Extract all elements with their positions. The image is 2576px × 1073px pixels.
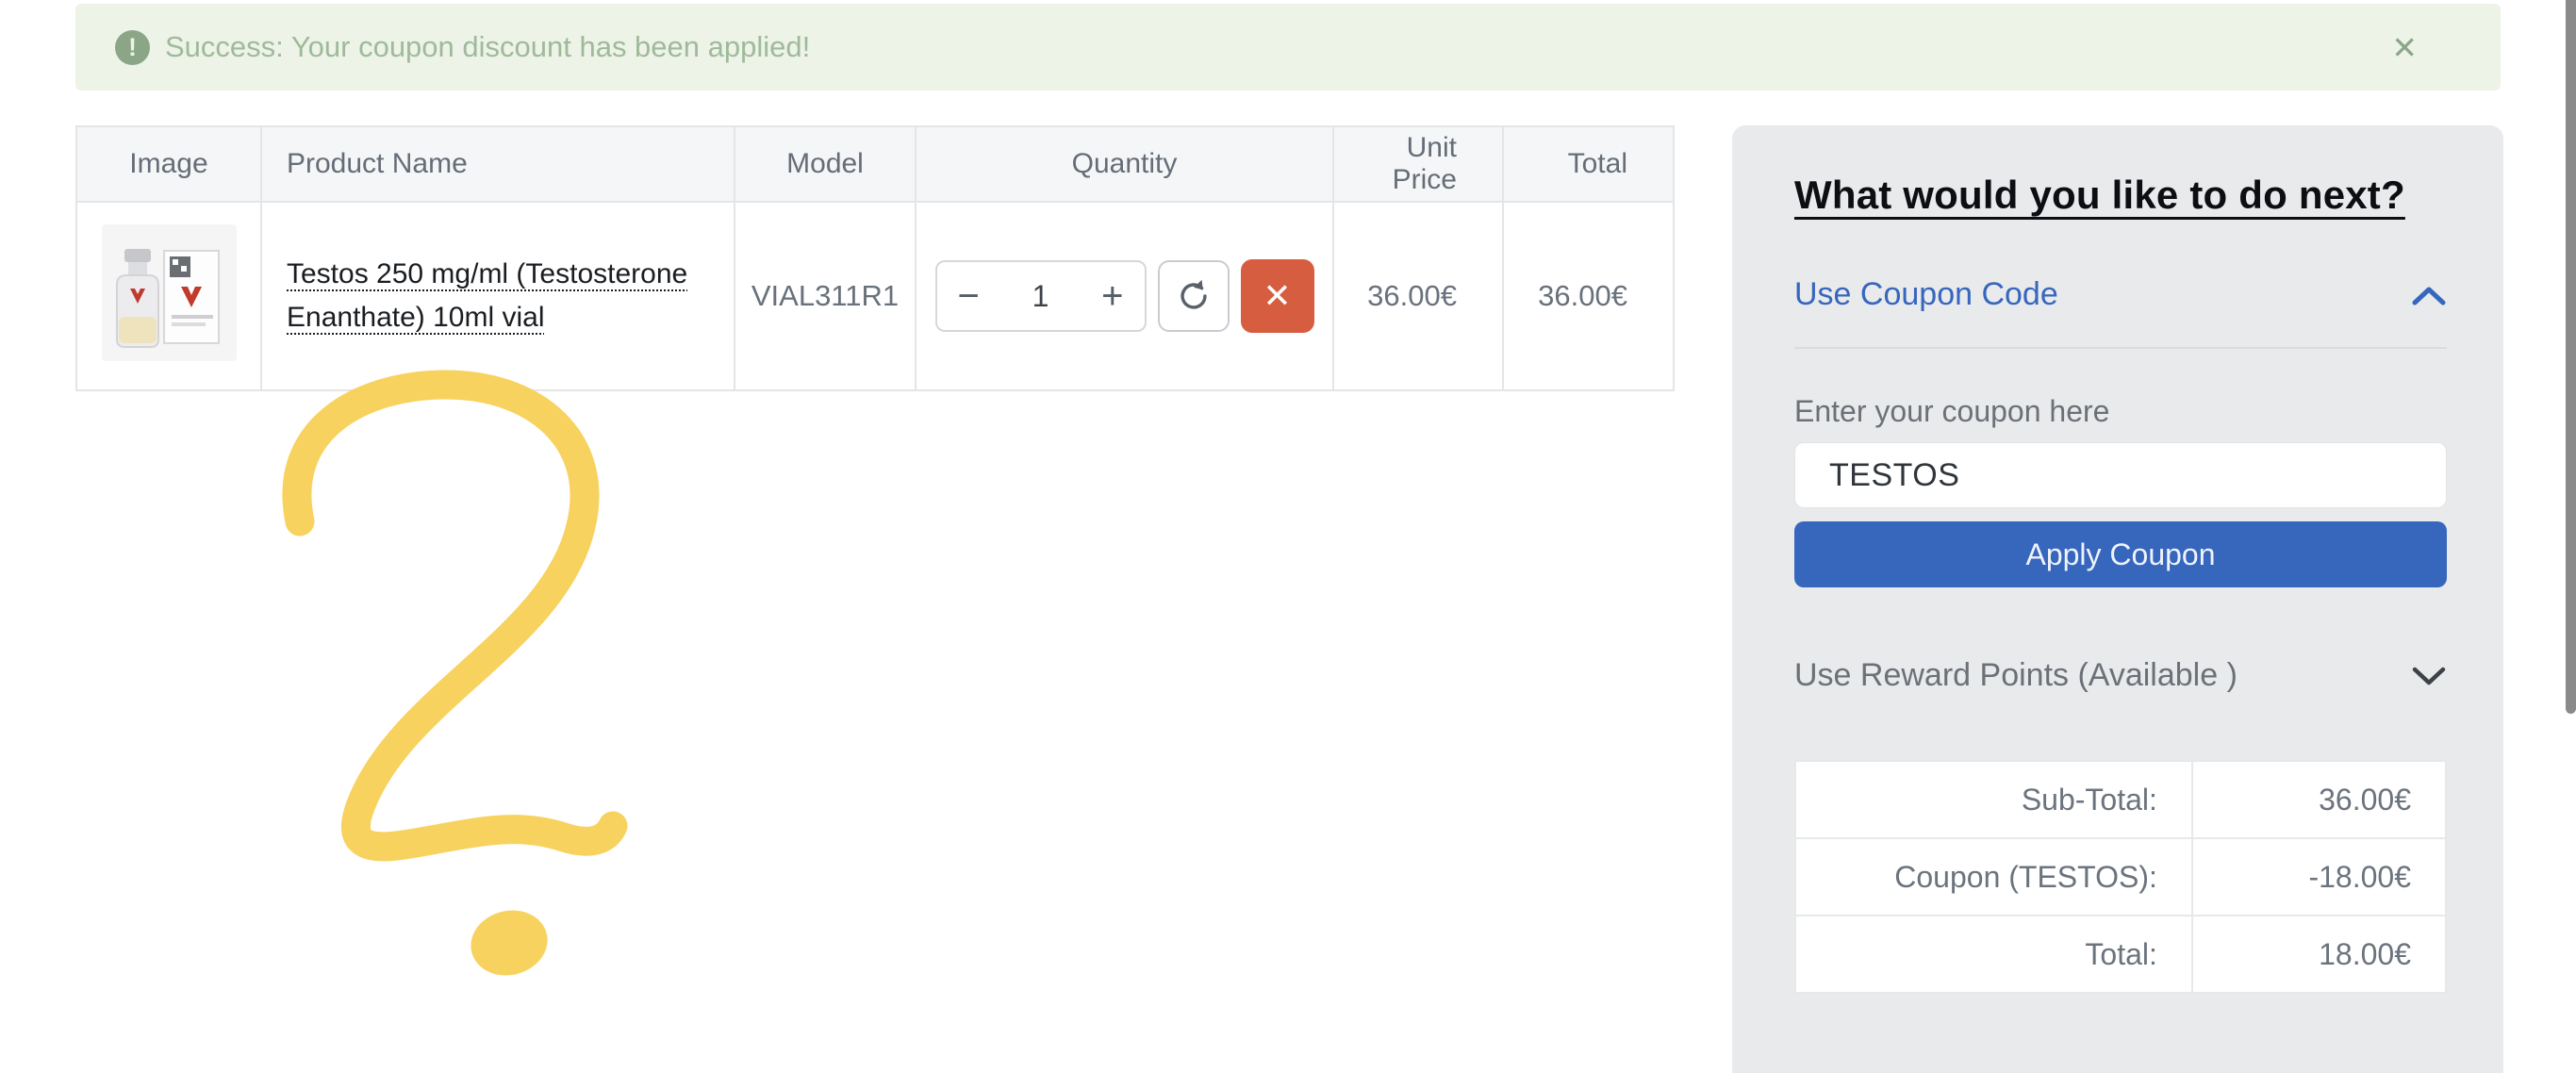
use-coupon-code-label: Use Coupon Code (1794, 276, 2058, 313)
coupon-discount-row: Coupon (TESTOS): -18.00€ (1795, 838, 2446, 916)
use-reward-points-toggle[interactable]: Use Reward Points (Available ) (1794, 657, 2447, 694)
next-steps-panel: What would you like to do next? Use Coup… (1732, 125, 2503, 1073)
remove-icon: ✕ (1263, 276, 1291, 316)
product-name-link[interactable]: Testos 250 mg/ml (Testosterone Enanthate… (287, 253, 718, 339)
exclamation-circle-icon: ! (115, 30, 150, 65)
quantity-decrease-button[interactable]: − (958, 277, 980, 315)
refresh-icon (1174, 276, 1214, 316)
apply-coupon-button[interactable]: Apply Coupon (1794, 521, 2447, 587)
use-coupon-code-toggle[interactable]: Use Coupon Code (1794, 276, 2447, 313)
divider (1794, 347, 2447, 349)
coupon-field-label: Enter your coupon here (1794, 394, 2447, 429)
quantity-input[interactable] (1013, 279, 1069, 314)
subtotal-label: Sub-Total: (1795, 761, 2192, 838)
quantity-stepper: − + (935, 260, 1147, 332)
column-header-unit-price: Unit Price (1333, 126, 1503, 202)
grand-total-label: Total: (1795, 916, 2192, 993)
shopping-cart-page: ! Success: Your coupon discount has been… (0, 0, 2576, 1073)
coupon-discount-label: Coupon (TESTOS): (1795, 838, 2192, 916)
grand-total-row: Total: 18.00€ (1795, 916, 2446, 993)
page-title: What would you like to do next? (1794, 173, 2447, 218)
column-header-quantity: Quantity (916, 126, 1333, 202)
column-header-model: Model (735, 126, 916, 202)
vertical-scrollbar-thumb[interactable] (2566, 0, 2576, 714)
remove-item-button[interactable]: ✕ (1241, 259, 1314, 333)
chevron-up-icon (2411, 284, 2447, 306)
coupon-discount-value: -18.00€ (2192, 838, 2446, 916)
alert-close-icon[interactable]: ✕ (2391, 4, 2418, 91)
handwritten-2-annotation (253, 366, 649, 1026)
line-total-cell: 36.00€ (1503, 202, 1674, 390)
product-image[interactable] (102, 224, 237, 369)
grand-total-value: 18.00€ (2192, 916, 2446, 993)
alert-message: Success: Your coupon discount has been a… (165, 30, 810, 64)
use-reward-points-label: Use Reward Points (Available ) (1794, 657, 2237, 694)
chevron-down-icon (2411, 665, 2447, 687)
product-name-cell: Testos 250 mg/ml (Testosterone Enanthate… (261, 202, 735, 390)
table-row: Testos 250 mg/ml (Testosterone Enanthate… (76, 202, 1674, 390)
quantity-cell: − + (916, 202, 1333, 390)
column-header-image: Image (76, 126, 261, 202)
model-cell: VIAL311R1 (735, 202, 916, 390)
quantity-increase-button[interactable]: + (1101, 277, 1123, 315)
coupon-input[interactable] (1794, 442, 2447, 508)
column-header-product-name: Product Name (261, 126, 735, 202)
success-alert: ! Success: Your coupon discount has been… (75, 4, 2501, 91)
order-totals-table: Sub-Total: 36.00€ Coupon (TESTOS): -18.0… (1794, 760, 2447, 994)
unit-price-cell: 36.00€ (1333, 202, 1503, 390)
column-header-total: Total (1503, 126, 1674, 202)
update-quantity-button[interactable] (1158, 260, 1230, 332)
product-image-cell (76, 202, 261, 390)
cart-table: Image Product Name Model Quantity Unit P… (75, 125, 1675, 391)
subtotal-value: 36.00€ (2192, 761, 2446, 838)
subtotal-row: Sub-Total: 36.00€ (1795, 761, 2446, 838)
cart-table-header-row: Image Product Name Model Quantity Unit P… (76, 126, 1674, 202)
